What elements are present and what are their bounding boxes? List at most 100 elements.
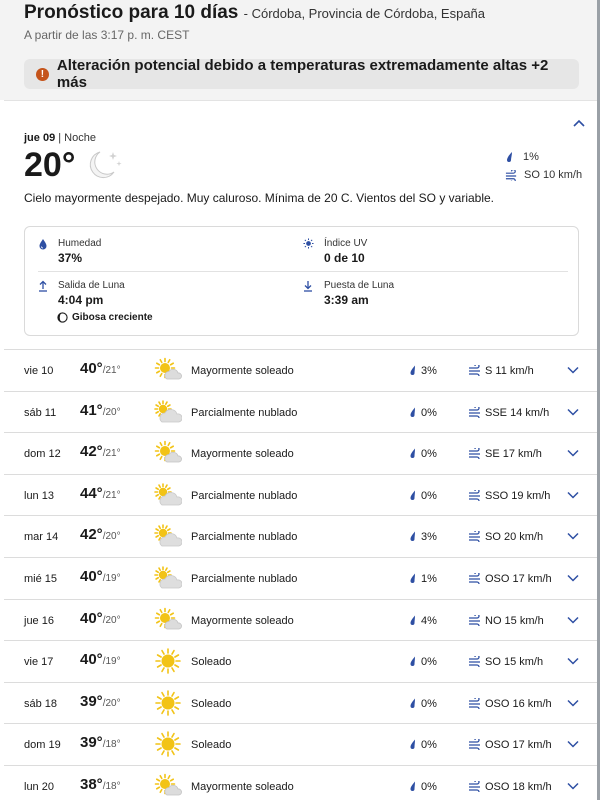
forecast-row[interactable]: mié 15 40°/19° Parcialmente nublado 1% OSO 1… xyxy=(4,556,597,599)
row-precip: 3% xyxy=(421,531,437,544)
chevron-down-icon[interactable] xyxy=(567,408,579,416)
forecast-row[interactable]: sáb 11 41°/20° Parcialmente nublado 0% SSE 1… xyxy=(4,390,597,433)
raindrop-icon xyxy=(410,698,415,708)
current-period: Noche xyxy=(64,132,96,144)
row-day: lun 13 xyxy=(24,489,54,502)
chevron-down-icon[interactable] xyxy=(567,574,579,582)
moon-phase-icon xyxy=(57,312,68,323)
row-temps: 40°/19° xyxy=(80,651,121,669)
raindrop-icon xyxy=(410,656,415,667)
forecast-row[interactable]: vie 17 40°/19° Soleado 0% SO 15 km/h xyxy=(4,640,597,682)
forecast-row[interactable]: lun 13 44°/21° Parcialmente nublado 0% SSO 1… xyxy=(4,473,597,516)
row-temps: 41°/20° xyxy=(80,402,121,420)
row-low-temp: /19° xyxy=(102,656,121,668)
alert-icon: ! xyxy=(36,67,49,81)
current-wind-value: SO 10 km/h xyxy=(524,169,583,181)
forecast-row[interactable]: jue 16 40°/20° Mayormente soleado 4% NO 15 k… xyxy=(4,598,597,641)
current-precip: 1% xyxy=(505,151,539,163)
row-precip: 0% xyxy=(421,406,437,419)
raindrop-icon xyxy=(410,448,415,459)
uv-label: Índice UV xyxy=(324,238,368,249)
chevron-down-icon[interactable] xyxy=(567,366,579,374)
row-precip: 0% xyxy=(421,489,437,502)
row-high-temp: 40° xyxy=(80,567,103,585)
row-condition: Mayormente soleado xyxy=(191,365,294,377)
mostly-sunny-icon xyxy=(154,607,182,629)
current-precip-value: 1% xyxy=(523,151,539,163)
row-high-temp: 40° xyxy=(80,609,103,627)
uv-value: 0 de 10 xyxy=(324,251,365,265)
forecast-row[interactable]: mar 14 42°/20° Parcialmente nublado 3% SO 20… xyxy=(4,515,597,557)
chevron-down-icon[interactable] xyxy=(567,657,579,665)
raindrop-icon xyxy=(410,365,415,375)
daily-forecast-list: vie 10 40°/21° Mayormente soleado 3% S 11 km… xyxy=(4,349,597,807)
row-day: vie 10 xyxy=(24,365,54,377)
row-temps: 42°/21° xyxy=(80,443,121,461)
chevron-down-icon[interactable] xyxy=(567,532,579,540)
row-high-temp: 38° xyxy=(80,775,103,793)
raindrop-icon xyxy=(410,781,415,791)
row-wind: OSO 18 km/h xyxy=(485,780,552,793)
chevron-down-icon[interactable] xyxy=(567,616,579,624)
mostly-sunny-icon xyxy=(154,357,182,380)
row-day: dom 19 xyxy=(24,739,61,752)
wind-icon xyxy=(469,780,480,792)
row-low-temp: /20° xyxy=(102,406,121,418)
row-day: sáb 18 xyxy=(24,697,58,710)
location: - Córdoba, Provincia de Córdoba, España xyxy=(243,6,486,21)
row-high-temp: 39° xyxy=(80,692,103,710)
chevron-down-icon[interactable] xyxy=(567,699,579,707)
forecast-row[interactable]: lun 20 38°/18° Mayormente soleado 0% OSO 18 … xyxy=(4,764,597,807)
title-text: Pronóstico para 10 días xyxy=(24,2,239,23)
row-condition: Parcialmente nublado xyxy=(191,531,298,544)
current-temperature: 20° xyxy=(24,146,76,184)
row-precip: 0% xyxy=(421,780,437,793)
forecast-row[interactable]: dom 12 42°/21° Mayormente soleado 0% SE 17 k… xyxy=(4,432,597,474)
row-precip: 4% xyxy=(421,614,437,627)
forecast-row[interactable]: dom 19 39°/18° Soleado 0% OSO 17 km/h xyxy=(4,723,597,765)
row-day: jue 16 xyxy=(24,614,54,627)
raindrop-icon xyxy=(410,739,415,750)
row-precip: 0% xyxy=(421,656,437,669)
row-high-temp: 44° xyxy=(80,484,103,502)
row-condition: Soleado xyxy=(191,739,232,752)
weather-alert-banner[interactable]: ! Alteración potencial debido a temperat… xyxy=(24,57,579,91)
current-day: jue 09 xyxy=(24,132,56,144)
raindrop-icon xyxy=(410,615,415,625)
wind-icon xyxy=(469,448,480,460)
wind-icon xyxy=(469,656,480,668)
row-high-temp: 39° xyxy=(80,734,103,752)
sunny-icon xyxy=(155,689,181,716)
raindrop-icon xyxy=(507,152,512,162)
chevron-down-icon[interactable] xyxy=(567,782,579,790)
partly-cloudy-icon xyxy=(154,566,182,589)
partly-cloudy-icon xyxy=(154,399,182,422)
mostly-sunny-icon xyxy=(154,773,182,796)
row-high-temp: 42° xyxy=(80,443,103,461)
uv-sun-icon xyxy=(303,238,314,249)
row-day: mar 14 xyxy=(24,531,59,544)
raindrop-icon xyxy=(410,490,415,500)
forecast-row[interactable]: vie 10 40°/21° Mayormente soleado 3% S 11 km… xyxy=(4,349,597,391)
alert-text: Alteración potencial debido a temperatur… xyxy=(56,57,549,91)
forecast-row[interactable]: sáb 18 39°/20° Soleado 0% OSO 16 km/h xyxy=(4,681,597,724)
row-wind: SO 15 km/h xyxy=(485,656,544,669)
wind-icon xyxy=(469,614,480,626)
row-high-temp: 40° xyxy=(80,651,103,669)
partly-cloudy-icon xyxy=(154,524,182,547)
row-temps: 38°/18° xyxy=(80,776,121,794)
chevron-up-icon[interactable] xyxy=(572,118,586,128)
wind-icon xyxy=(469,739,480,751)
row-temps: 39°/18° xyxy=(80,734,121,752)
chevron-down-icon[interactable] xyxy=(567,449,579,457)
wind-icon xyxy=(505,169,517,181)
row-temps: 40°/20° xyxy=(80,610,121,628)
raindrop-icon xyxy=(410,407,415,417)
row-day: dom 12 xyxy=(24,448,61,461)
row-low-temp: /21° xyxy=(102,489,121,501)
row-wind: OSO 17 km/h xyxy=(485,572,552,585)
current-day-title: jue 09 | Noche xyxy=(24,132,96,144)
chevron-down-icon[interactable] xyxy=(567,491,579,499)
chevron-down-icon[interactable] xyxy=(567,740,579,748)
row-day: lun 20 xyxy=(24,780,54,793)
